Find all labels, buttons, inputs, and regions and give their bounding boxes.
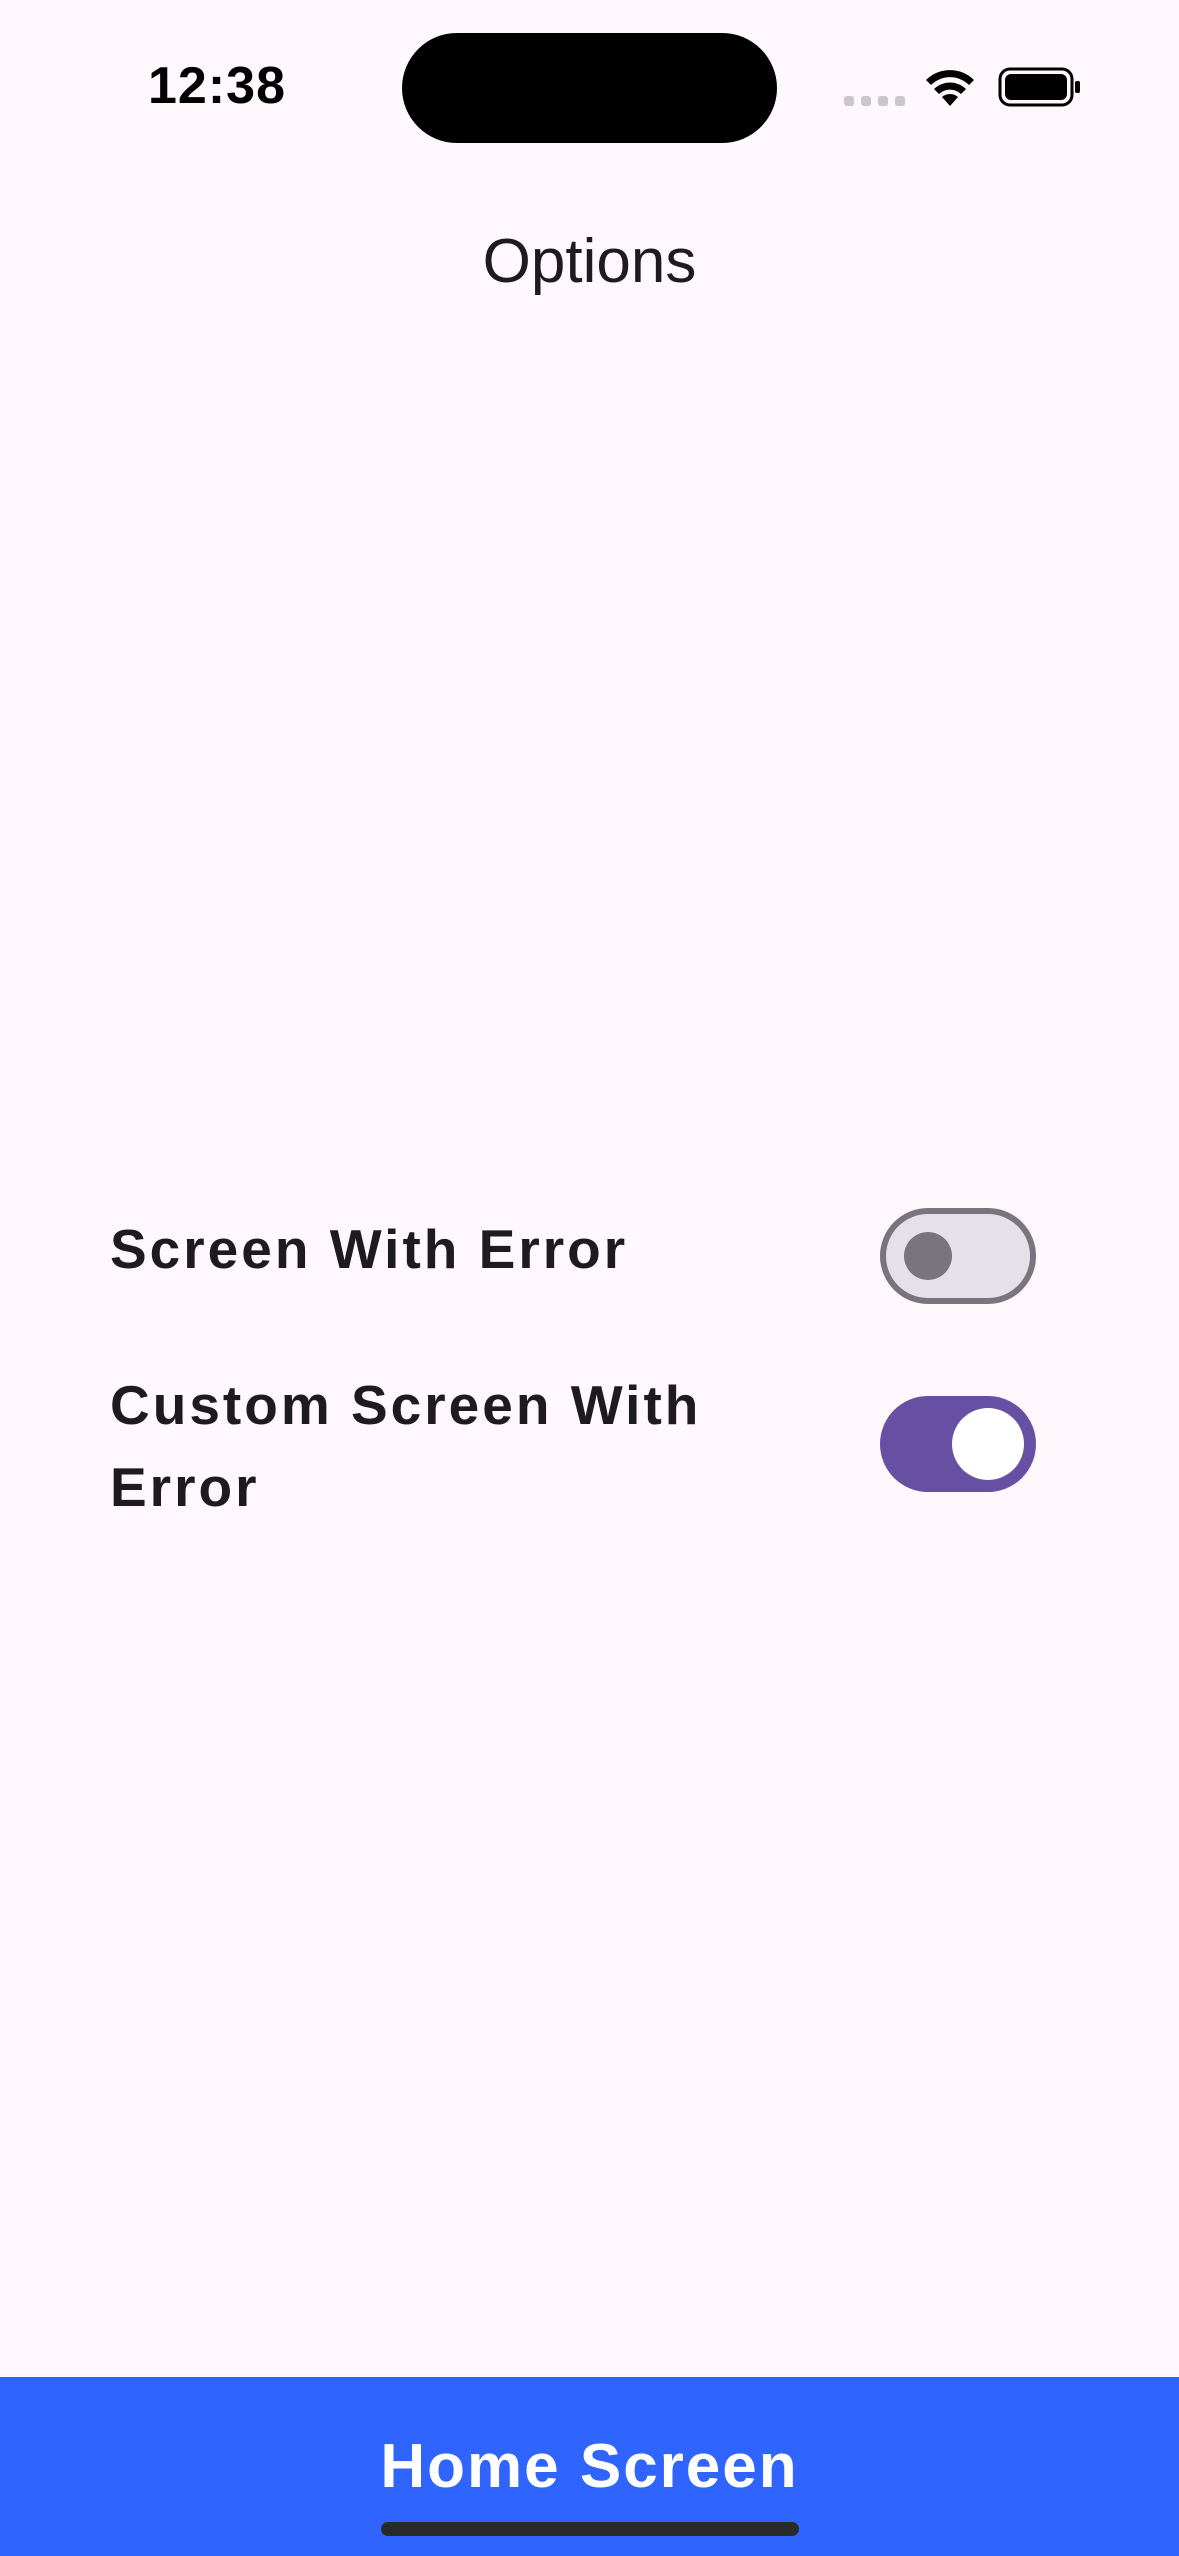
home-indicator: [381, 2522, 799, 2536]
wifi-icon: [926, 70, 974, 106]
toggle-knob: [904, 1232, 952, 1280]
cellular-signal-icon: [844, 96, 905, 106]
option-label: Screen With Error: [110, 1218, 629, 1280]
toggle-knob: [952, 1408, 1024, 1480]
page-title: Options: [482, 227, 697, 296]
home-screen-button-label: Home Screen: [380, 2432, 799, 2501]
dynamic-island: [402, 33, 777, 143]
status-bar: 12:38: [0, 0, 1179, 150]
battery-icon: [998, 67, 1080, 107]
option-label: Custom Screen With Error: [110, 1374, 702, 1518]
custom-screen-with-error-toggle[interactable]: [880, 1396, 1036, 1492]
status-time: 12:38: [148, 57, 286, 115]
screen-with-error-toggle[interactable]: [880, 1208, 1036, 1304]
